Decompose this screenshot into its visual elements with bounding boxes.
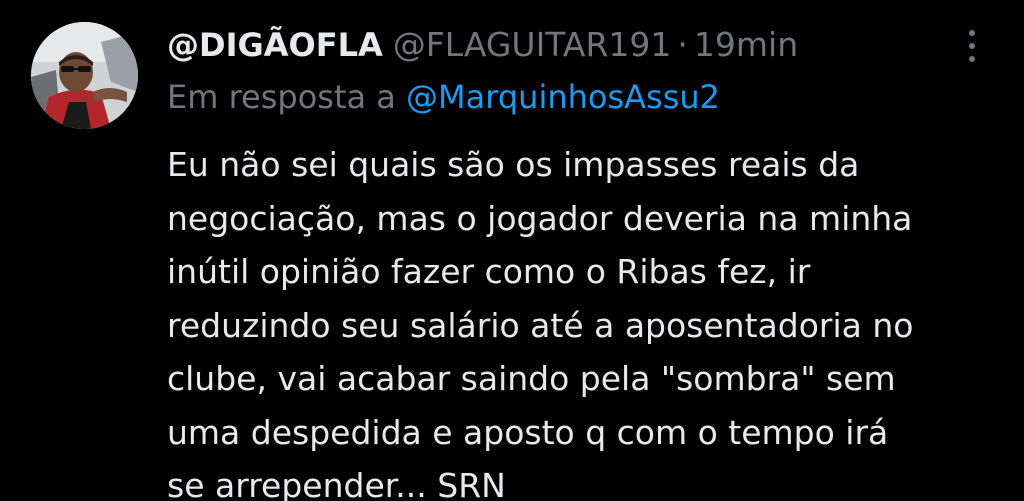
tweet-header: @DIGÃOFLA @FLAGUITAR191 · 19min	[167, 20, 798, 70]
tweet-text: Eu não sei quais são os impasses reais d…	[167, 138, 997, 501]
tweet-text-line: uma despedida e aposto q com o tempo irá	[167, 412, 889, 452]
tweet-text-line: clube, vai acabar saindo pela "sombra" s…	[167, 359, 896, 398]
more-vertical-icon[interactable]	[957, 24, 987, 68]
tweet-text-line: negociação, mas o jogador deveria na min…	[167, 198, 913, 238]
avatar[interactable]	[31, 22, 138, 129]
tweet-text-line: inútil opinião fazer como o Ribas fez, i…	[167, 252, 811, 291]
reply-context: Em resposta a @MarquinhosAssu2	[167, 74, 720, 120]
display-name[interactable]: @DIGÃOFLA	[167, 26, 383, 64]
more-dot	[969, 43, 975, 49]
avatar-photo	[31, 22, 138, 129]
reply-mention-link[interactable]: @MarquinhosAssu2	[406, 78, 720, 116]
separator-dot: ·	[677, 25, 688, 64]
tweet-text-line: Eu não sei quais são os impasses reais d…	[167, 145, 860, 184]
more-dot	[969, 56, 975, 62]
timestamp[interactable]: 19min	[694, 25, 798, 64]
user-handle[interactable]: @FLAGUITAR191	[393, 25, 672, 64]
tweet-text-line: reduzindo seu salário até a aposentadori…	[167, 305, 914, 345]
tweet[interactable]: @DIGÃOFLA @FLAGUITAR191 · 19min Em resposta…	[0, 0, 1024, 501]
more-dot	[969, 30, 975, 36]
tweet-text-line: se arrepender... SRN	[167, 466, 506, 501]
reply-prefix: Em resposta a	[167, 78, 396, 116]
